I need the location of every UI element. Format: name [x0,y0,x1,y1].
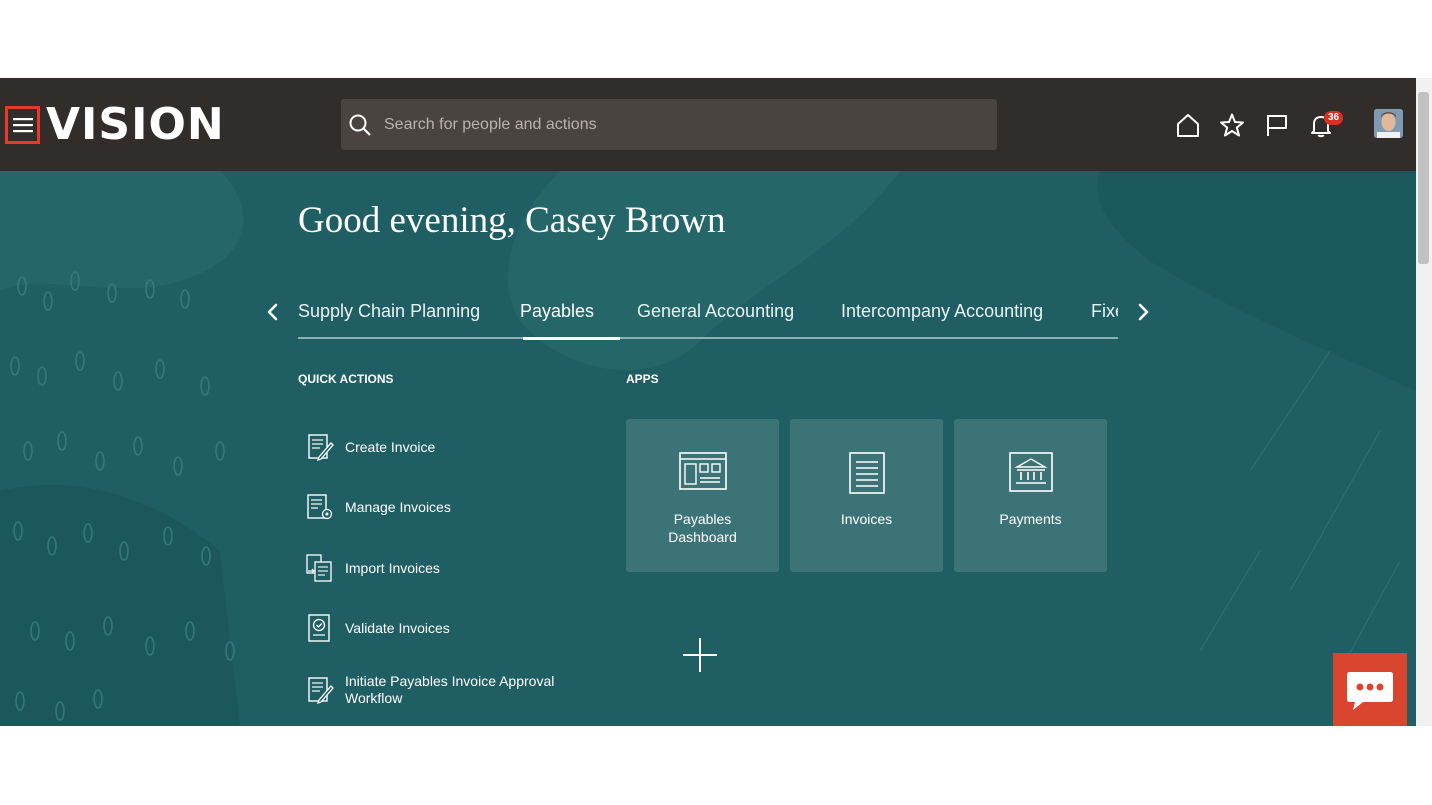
star-icon[interactable] [1219,112,1245,138]
quick-action-approval-workflow[interactable]: Initiate Payables Invoice Approval Workf… [305,673,565,707]
tab-strip: Supply Chain Planning Payables General A… [298,286,1118,340]
quick-action-manage-invoices[interactable]: Manage Invoices [305,492,451,522]
manage-invoices-icon [307,494,333,520]
flag-icon[interactable] [1264,112,1290,138]
quick-action-label: Import Invoices [345,559,440,576]
avatar[interactable] [1374,109,1403,138]
app-tile-invoices[interactable]: Invoices [790,419,943,572]
greeting: Good evening, Casey Brown [298,200,726,241]
menu-icon [12,118,33,133]
quick-action-label: Manage Invoices [345,498,451,515]
quick-actions-heading: QUICK ACTIONS [298,372,394,386]
app-tile-label: Invoices [840,511,893,527]
dashboard-icon [678,452,727,490]
tab-supply-chain-planning[interactable]: Supply Chain Planning [298,301,480,322]
approval-workflow-icon [308,677,334,705]
home-icon[interactable] [1175,112,1201,138]
apps-heading: APPS [626,372,659,386]
import-invoices-icon [306,554,332,582]
app-tile-label: Payments [999,511,1062,527]
search-icon [349,114,371,136]
top-bar: VISION 36 [0,78,1416,171]
quick-action-label: Validate Invoices [345,619,450,636]
quick-action-label: Initiate Payables Invoice Approval Workf… [345,673,555,706]
page-scrollbar[interactable] [1416,78,1432,726]
menu-button[interactable] [5,106,40,144]
validate-invoices-icon [308,614,330,642]
search-bar[interactable] [341,99,997,150]
chat-button[interactable] [1333,653,1407,726]
app-tile-payables-dashboard[interactable]: Payables Dashboard [626,419,779,572]
quick-action-import-invoices[interactable]: Import Invoices [305,553,440,583]
user-photo [1374,109,1403,138]
chevron-right-icon[interactable] [1132,297,1154,327]
tab-payables[interactable]: Payables [520,301,594,322]
scrollbar-thumb[interactable] [1418,92,1429,264]
active-tab-indicator [523,337,620,340]
quick-action-validate-invoices[interactable]: Validate Invoices [305,613,450,643]
tab-general-accounting[interactable]: General Accounting [637,301,794,322]
springboard: Good evening, Casey Brown Supply Chain P… [0,171,1416,726]
notification-badge: 36 [1324,111,1344,125]
app-window: VISION 36 [0,78,1416,726]
document-icon [848,452,885,494]
add-app-icon[interactable] [683,638,717,672]
bank-icon [1008,452,1053,492]
app-tile-label: Payables Dashboard [668,511,737,545]
quick-action-create-invoice[interactable]: Create Invoice [305,432,435,462]
tab-divider [298,337,1118,339]
search-input[interactable] [382,114,966,135]
tab-fixed-assets[interactable]: Fixe [1091,301,1118,322]
tab-intercompany-accounting[interactable]: Intercompany Accounting [841,301,1043,322]
logo[interactable]: VISION [46,100,225,150]
chat-icon [1347,672,1393,710]
app-tile-payments[interactable]: Payments [954,419,1107,572]
chevron-left-icon[interactable] [262,297,284,327]
create-invoice-icon [308,434,334,462]
quick-action-label: Create Invoice [345,438,436,455]
